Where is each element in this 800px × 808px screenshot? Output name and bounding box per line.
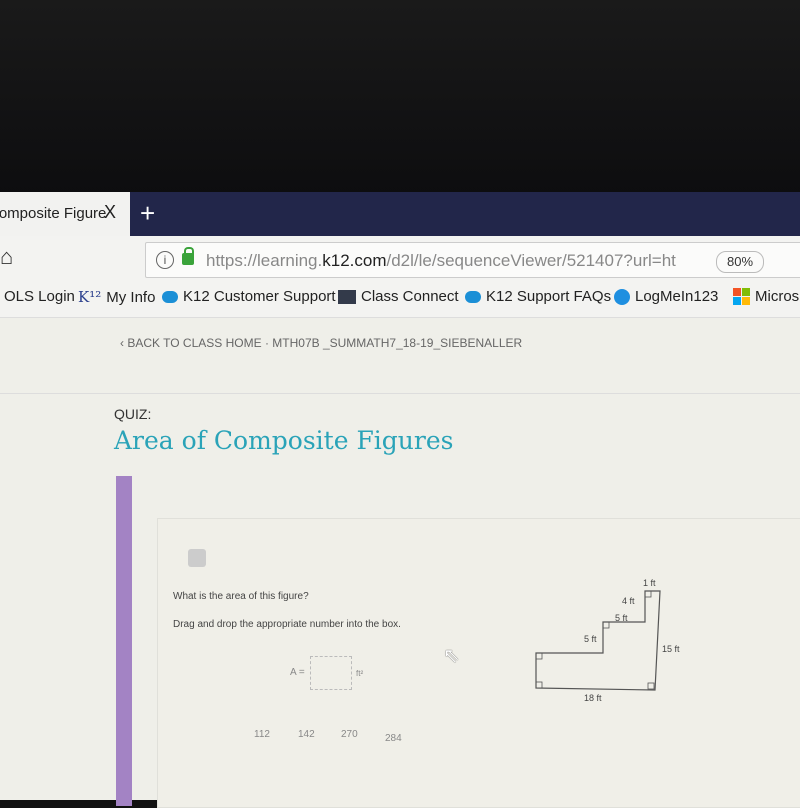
salesforce-cloud-icon: [465, 290, 481, 303]
logmein-icon: [614, 288, 630, 305]
bookmark-k12-support-faqs[interactable]: K12 Support FAQs: [465, 288, 611, 305]
page-title: Area of Composite Figures: [114, 426, 454, 455]
question-instructions: Drag and drop the appropriate number int…: [173, 619, 401, 630]
mouse-cursor-icon: ⇖: [443, 645, 460, 667]
tab-bar: Composite FigureX +: [0, 192, 800, 236]
course-name: · MTH07B _SUMMATH7_18-19_SIEBENALLER: [264, 336, 523, 350]
answer-drop-box[interactable]: [310, 656, 352, 690]
info-icon[interactable]: i: [156, 251, 174, 269]
bookmark-ols-login[interactable]: OLS Login: [4, 288, 75, 305]
bookmark-class-connect[interactable]: Class Connect: [338, 288, 459, 305]
video-icon: [338, 289, 356, 304]
bookmark-my-info[interactable]: K¹² My Info: [78, 288, 155, 306]
navigation-bar: ⌂ i https://learning.k12.com/d2l/le/sequ…: [0, 236, 800, 282]
close-tab-icon[interactable]: X: [104, 202, 116, 223]
bookmark-microsoft[interactable]: Micros: [733, 288, 799, 305]
divider: [0, 393, 800, 394]
answer-label: A =: [290, 667, 305, 678]
option-284[interactable]: 284: [385, 733, 402, 744]
breadcrumb: ‹ BACK TO CLASS HOME · MTH07B _SUMMATH7_…: [120, 336, 522, 350]
question-card: What is the area of this figure? Drag an…: [157, 518, 800, 808]
option-112[interactable]: 112: [254, 729, 270, 740]
lock-icon: [182, 247, 194, 265]
quiz-label: QUIZ:: [114, 406, 152, 422]
bookmark-k12-customer-support[interactable]: K12 Customer Support: [162, 288, 336, 305]
k12-logo: K¹²: [78, 288, 102, 306]
calculator-icon[interactable]: [188, 549, 206, 567]
monitor-bezel: [0, 0, 800, 195]
address-bar[interactable]: i https://learning.k12.com/d2l/le/sequen…: [145, 242, 800, 278]
salesforce-cloud-icon: [162, 290, 178, 303]
page-content: ‹ BACK TO CLASS HOME · MTH07B _SUMMATH7_…: [0, 318, 800, 808]
bookmarks-bar: OLS Login K¹² My Info K12 Customer Suppor…: [0, 282, 800, 318]
tab-active[interactable]: Composite FigureX: [0, 192, 130, 236]
question-prompt: What is the area of this figure?: [173, 591, 309, 602]
tab-title: Composite Figure: [0, 205, 107, 222]
url-text[interactable]: https://learning.k12.com/d2l/le/sequence…: [206, 251, 676, 271]
option-270[interactable]: 270: [341, 729, 358, 740]
progress-rail: [116, 476, 132, 806]
zoom-level[interactable]: 80%: [716, 251, 764, 273]
option-142[interactable]: 142: [298, 729, 315, 740]
home-icon[interactable]: ⌂: [0, 244, 13, 270]
answer-unit: ft²: [356, 669, 364, 678]
back-to-class-home-link[interactable]: BACK TO CLASS HOME: [127, 336, 261, 350]
bookmark-logmein123[interactable]: LogMeIn123: [614, 288, 718, 305]
microsoft-logo: [733, 288, 750, 305]
new-tab-button[interactable]: +: [140, 198, 155, 229]
